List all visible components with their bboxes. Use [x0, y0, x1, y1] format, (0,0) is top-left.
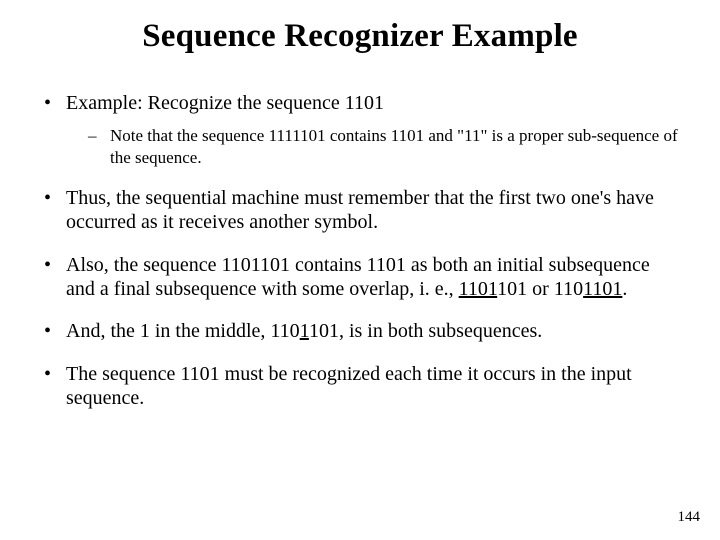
bullet-thus: Thus, the sequential machine must rememb…: [42, 186, 678, 235]
sub-bullet-note: Note that the sequence 1111101 contains …: [88, 125, 678, 168]
seg-post: 101, is in both subsequences.: [309, 320, 542, 342]
bullet-text: Example: Recognize the sequence 1101: [66, 92, 384, 114]
slide-body: Example: Recognize the sequence 1101 Not…: [0, 55, 720, 411]
seg-mid: 101 or 110: [497, 278, 583, 300]
bullet-also: Also, the sequence 1101101 contains 1101…: [42, 253, 678, 302]
bullet-list: Example: Recognize the sequence 1101 Not…: [42, 91, 678, 411]
seg-post: .: [622, 278, 627, 300]
seg-pre: And, the 1 in the middle, 110: [66, 320, 300, 342]
sub-list: Note that the sequence 1111101 contains …: [66, 125, 678, 168]
bullet-example: Example: Recognize the sequence 1101 Not…: [42, 91, 678, 168]
bullet-text: The sequence 1101 must be recognized eac…: [66, 363, 632, 409]
sub-bullet-text: Note that the sequence 1111101 contains …: [110, 126, 678, 166]
bullet-recognized: The sequence 1101 must be recognized eac…: [42, 362, 678, 411]
page-number: 144: [678, 509, 701, 526]
bullet-text: Thus, the sequential machine must rememb…: [66, 187, 654, 233]
seg-underline: 1: [300, 320, 309, 342]
slide-title: Sequence Recognizer Example: [0, 0, 720, 55]
seg-underline-2: 1101: [583, 278, 622, 300]
seg-underline-1: 1101: [459, 278, 498, 300]
slide: Sequence Recognizer Example Example: Rec…: [0, 0, 720, 540]
bullet-and: And, the 1 in the middle, 1101101, is in…: [42, 319, 678, 343]
